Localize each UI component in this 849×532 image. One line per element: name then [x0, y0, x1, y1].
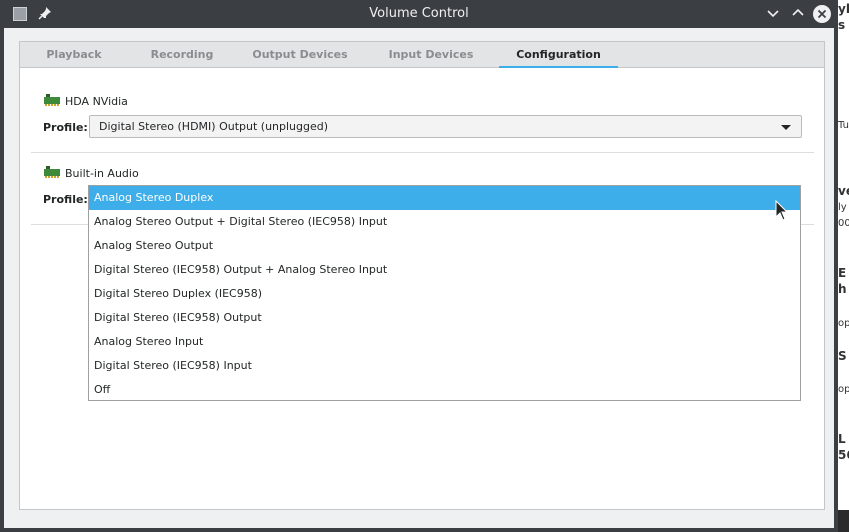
dropdown-option[interactable]: Analog Stereo Duplex	[89, 186, 800, 210]
maximize-glyph	[792, 8, 804, 16]
profile-value: Digital Stereo (HDMI) Output (unplugged)	[99, 120, 329, 133]
dropdown-option[interactable]: Digital Stereo (IEC958) Output + Analog …	[89, 258, 800, 282]
background-text: ve	[838, 184, 849, 198]
tab-output-devices[interactable]: Output Devices	[236, 42, 364, 68]
sound-card-icon	[44, 166, 60, 178]
title-bar[interactable]: Volume Control	[0, 0, 838, 28]
background-text: 56	[838, 448, 849, 462]
background-text: s	[838, 18, 846, 32]
background-window-strip: yk s Tu ve ly 00 E h op S op L 56 cl	[838, 0, 849, 532]
background-text: op	[838, 318, 849, 329]
background-text: Tu	[838, 120, 849, 131]
dropdown-option[interactable]: Analog Stereo Output	[89, 234, 800, 258]
minimize-glyph	[767, 10, 779, 18]
profile-label: Profile:	[43, 193, 88, 206]
close-glyph	[817, 9, 827, 19]
card-name-hda-nvidia: HDA NVidia	[65, 95, 128, 108]
dropdown-option[interactable]: Analog Stereo Output + Digital Stereo (I…	[89, 210, 800, 234]
background-text: ly	[838, 202, 847, 213]
dropdown-option[interactable]: Digital Stereo Duplex (IEC958)	[89, 282, 800, 306]
dropdown-option[interactable]: Digital Stereo (IEC958) Output	[89, 306, 800, 330]
background-text: op	[838, 384, 849, 395]
background-text: E	[838, 266, 847, 280]
dropdown-option[interactable]: Digital Stereo (IEC958) Input	[89, 354, 800, 378]
background-text: yk	[838, 2, 849, 16]
profile-dropdown-list: Analog Stereo Duplex Analog Stereo Outpu…	[88, 185, 801, 401]
tab-input-devices[interactable]: Input Devices	[364, 42, 498, 68]
chevron-up-icon[interactable]	[791, 6, 805, 20]
tab-bar: Playback Recording Output Devices Input …	[19, 41, 825, 69]
window-title: Volume Control	[369, 6, 469, 21]
card-icon-pins	[45, 176, 59, 178]
tab-playback[interactable]: Playback	[20, 42, 128, 68]
background-text: S	[838, 349, 847, 363]
tab-recording[interactable]: Recording	[128, 42, 236, 68]
card-icon-pins	[45, 104, 59, 106]
card-icon-board	[44, 169, 60, 176]
card-name-built-in-audio: Built-in Audio	[65, 167, 139, 180]
mouse-cursor-icon	[775, 200, 789, 221]
dropdown-option[interactable]: Off	[89, 378, 800, 402]
background-text: L	[838, 432, 846, 446]
card-separator	[31, 152, 814, 153]
dropdown-arrow-icon	[781, 125, 791, 130]
card-icon-board	[44, 97, 60, 104]
chevron-down-icon[interactable]	[766, 6, 780, 20]
close-icon[interactable]	[813, 5, 831, 23]
volume-control-window: Volume Control Playback Recording Output…	[0, 0, 838, 532]
profile-combo-hda-nvidia[interactable]: Digital Stereo (HDMI) Output (unplugged)	[89, 115, 802, 138]
background-text: h	[838, 282, 847, 296]
sound-card-icon	[44, 94, 60, 106]
dropdown-option[interactable]: Analog Stereo Input	[89, 330, 800, 354]
background-text: 00	[838, 218, 849, 229]
tab-configuration[interactable]: Configuration	[499, 42, 618, 69]
profile-label: Profile:	[43, 121, 88, 134]
